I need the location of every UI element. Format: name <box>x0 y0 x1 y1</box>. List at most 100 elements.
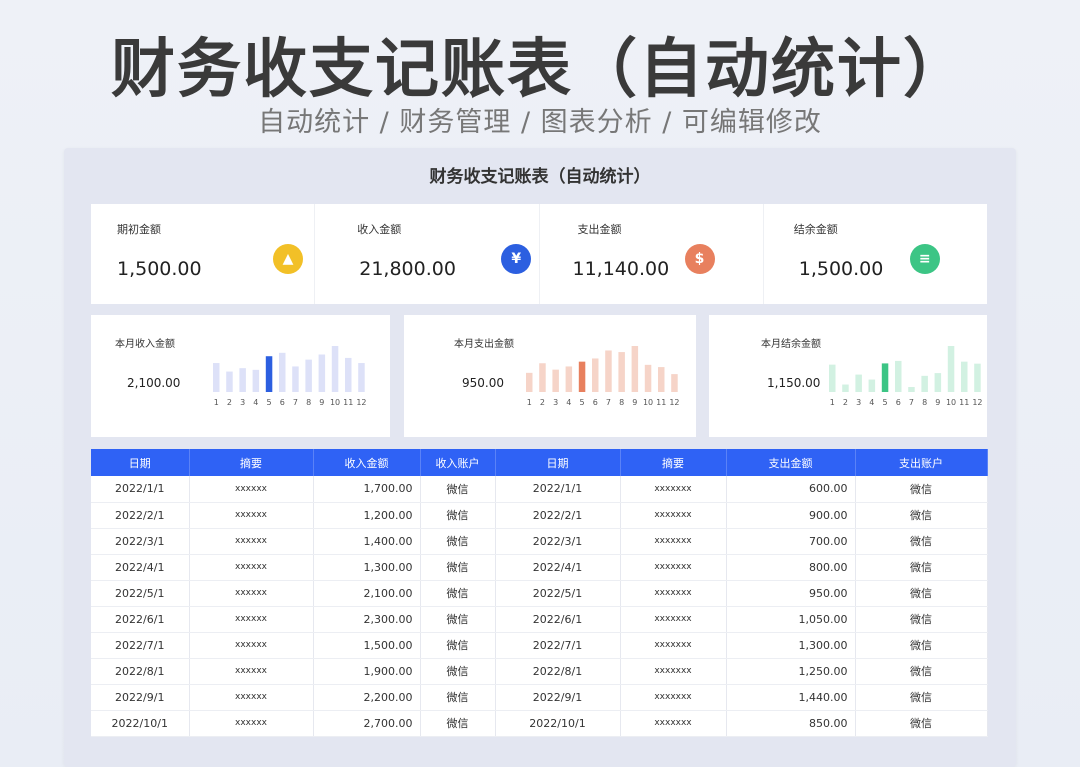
expense-chart-card: 本月支出金额 950.00 1 2 3 4 5 6 7 8 9 10 11 12 <box>404 315 696 437</box>
date-cell: 2022/8/1 <box>91 658 190 685</box>
income-account-cell: 微信 <box>420 476 496 503</box>
bar-month-5 <box>265 356 273 392</box>
date-cell: 2022/4/1 <box>495 554 621 581</box>
kpi-value: 1,500.00 <box>798 258 884 280</box>
income-amount-cell: 1,900.00 <box>313 658 421 685</box>
kpi-expense: 支出金额 11,140.00 $ <box>540 204 764 304</box>
summary-cell: xxxxxx <box>189 606 314 633</box>
hero-subtitle: 自动统计 / 财务管理 / 图表分析 / 可编辑修改 <box>258 107 822 138</box>
tick-label: 4 <box>566 398 571 407</box>
chart-value: 950.00 <box>462 376 504 390</box>
bar-month-12 <box>671 374 678 392</box>
tick-label: 6 <box>280 398 285 407</box>
summary-cell: xxxxxx <box>189 528 314 555</box>
kpi-income: 收入金额 21,800.00 ¥ <box>315 204 540 304</box>
summary-cell: xxxxxxx <box>620 710 727 737</box>
expense-account-cell: 微信 <box>855 580 988 607</box>
hero-title: 财务收支记账表（自动统计） <box>111 33 969 107</box>
tick-label: 9 <box>319 398 324 407</box>
date-cell: 2022/6/1 <box>91 606 190 633</box>
income-chart-card: 本月收入金额 2,100.00 1 2 3 4 5 6 7 8 9 10 11 12 <box>91 315 390 437</box>
ledger-sheet: 财务收支记账表（自动统计） 期初金额 1,500.00 ▲ 收入金额 21,80… <box>64 148 1016 767</box>
tick-label: 11 <box>959 398 969 407</box>
tick-label: 5 <box>883 398 888 407</box>
bar-month-10 <box>331 346 339 392</box>
bar-month-6 <box>592 358 599 392</box>
kpi-value: 11,140.00 <box>572 258 670 280</box>
expense-amount-cell: 1,440.00 <box>726 684 856 711</box>
bar-month-5 <box>578 361 586 392</box>
expense-amount-cell: 1,250.00 <box>726 658 856 685</box>
expense-amount-cell: 950.00 <box>726 580 856 607</box>
bar-month-4 <box>565 366 573 392</box>
income-amount-cell: 2,700.00 <box>313 710 421 737</box>
tick-label: 1 <box>527 398 532 407</box>
table-row: 2022/6/1 xxxxxx 2,300.00 微信 2022/6/1 xxxxxxx 1… <box>91 606 988 633</box>
date-cell: 2022/4/1 <box>91 554 190 581</box>
bar-month-9 <box>318 354 326 392</box>
date-cell: 2022/2/1 <box>91 502 190 529</box>
income-account-cell: 微信 <box>420 580 496 607</box>
header-col-income-amount: 收入金额 <box>313 449 421 476</box>
expense-account-cell: 微信 <box>855 554 988 581</box>
chart-value: 1,150.00 <box>767 376 821 390</box>
date-cell: 2022/9/1 <box>495 684 621 711</box>
summary-cell: xxxxxx <box>189 632 314 659</box>
bar-month-10 <box>644 364 652 392</box>
summary-cell: xxxxxx <box>189 710 314 737</box>
tick-label: 5 <box>580 398 585 407</box>
income-amount-cell: 1,500.00 <box>313 632 421 659</box>
income-account-cell: 微信 <box>420 658 496 685</box>
bar-month-3 <box>855 374 862 392</box>
bar-month-11 <box>345 357 352 392</box>
table-row: 2022/10/1 xxxxxx 2,700.00 微信 2022/10/1 xxxxxx… <box>91 710 988 737</box>
tick-label: 8 <box>306 398 311 407</box>
tick-label: 12 <box>669 398 679 407</box>
tick-label: 7 <box>293 398 298 407</box>
date-cell: 2022/5/1 <box>495 580 621 607</box>
tick-label: 1 <box>214 398 219 407</box>
bar-month-12 <box>358 363 365 392</box>
header-col-date: 日期 <box>495 449 621 476</box>
tick-label: 3 <box>240 398 245 407</box>
sheet-title: 财务收支记账表（自动统计） <box>429 167 651 187</box>
balance-bar-chart: 1 2 3 4 5 6 7 8 9 10 11 12 <box>829 346 983 407</box>
bar-month-9 <box>631 346 639 392</box>
bar-month-2 <box>226 371 233 392</box>
date-cell: 2022/7/1 <box>495 632 621 659</box>
summary-cell: xxxxxxx <box>620 658 727 685</box>
income-account-cell: 微信 <box>420 710 496 737</box>
summary-cell: xxxxxxx <box>620 684 727 711</box>
table-row: 2022/5/1 xxxxxx 2,100.00 微信 2022/5/1 xxxxxxx 9… <box>91 580 988 607</box>
bar-month-1 <box>526 372 533 392</box>
kpi-label: 收入金额 <box>357 223 402 236</box>
income-amount-cell: 1,200.00 <box>313 502 421 529</box>
expense-account-cell: 微信 <box>855 476 988 503</box>
expense-amount-cell: 800.00 <box>726 554 856 581</box>
date-cell: 2022/3/1 <box>91 528 190 555</box>
header-col-summary: 摘要 <box>189 449 314 476</box>
date-cell: 2022/6/1 <box>495 606 621 633</box>
kpi-opening-balance: 期初金额 1,500.00 ▲ <box>91 204 316 304</box>
bar-month-4 <box>252 369 260 392</box>
expense-account-cell: 微信 <box>855 658 988 685</box>
header-col-expense-amount: 支出金额 <box>726 449 856 476</box>
table-row: 2022/8/1 xxxxxx 1,900.00 微信 2022/8/1 xxxxxxx 1… <box>91 658 988 685</box>
income-amount-cell: 2,300.00 <box>313 606 421 633</box>
bar-month-2 <box>539 363 546 392</box>
summary-cell: xxxxxx <box>189 554 314 581</box>
expense-bar-chart: 1 2 3 4 5 6 7 8 9 10 11 12 <box>526 346 680 407</box>
chart-icon: ▲ <box>273 244 303 274</box>
balance-chart-card: 本月结余金额 1,150.00 1 2 3 4 5 6 7 8 9 10 11 12 <box>709 315 987 437</box>
tick-label: 7 <box>909 398 914 407</box>
date-cell: 2022/1/1 <box>91 476 190 503</box>
table-body: 2022/1/1 xxxxxx 1,700.00 微信 2022/1/1 xxxxxxx 6… <box>91 476 988 737</box>
tick-label: 2 <box>843 398 848 407</box>
income-amount-cell: 1,400.00 <box>313 528 421 555</box>
tick-label: 9 <box>632 398 637 407</box>
date-cell: 2022/3/1 <box>495 528 621 555</box>
bar-month-6 <box>279 352 286 392</box>
chart-label: 本月结余金额 <box>761 339 821 350</box>
expense-amount-cell: 850.00 <box>726 710 856 737</box>
table-row: 2022/7/1 xxxxxx 1,500.00 微信 2022/7/1 xxxxxxx 1… <box>91 632 988 659</box>
